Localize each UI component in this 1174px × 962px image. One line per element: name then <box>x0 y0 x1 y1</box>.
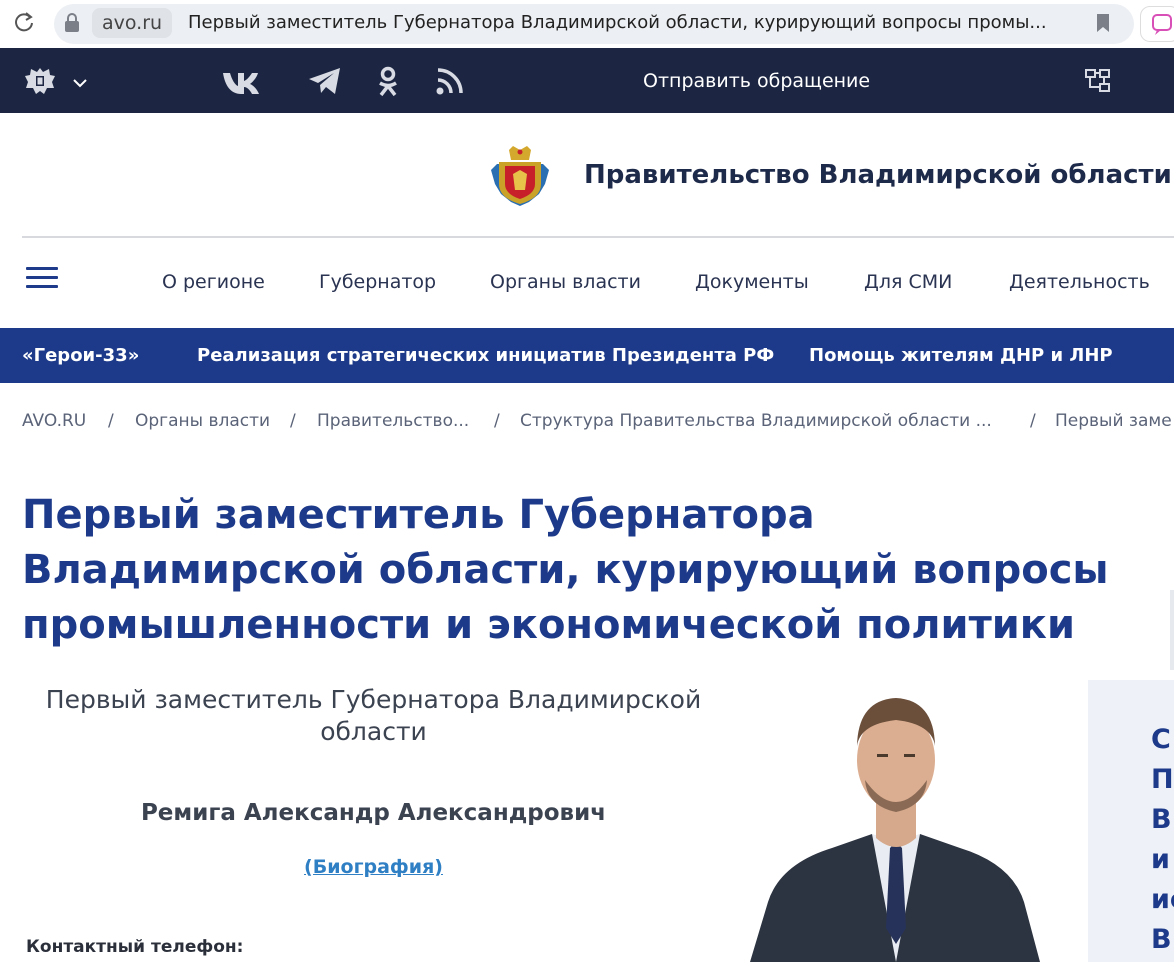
send-appeal-link[interactable]: Отправить обращение <box>643 70 870 92</box>
chevron-down-icon[interactable] <box>72 74 88 88</box>
vladimir-coat-of-arms-logo[interactable] <box>487 144 553 210</box>
vk-icon[interactable] <box>222 66 270 96</box>
side-panel-line: ис <box>1151 884 1174 915</box>
sitemap-icon[interactable] <box>1084 68 1112 94</box>
russia-emblem-icon[interactable] <box>22 64 58 98</box>
top-bar: Отправить обращение <box>0 48 1174 113</box>
side-panel-line: П <box>1151 764 1174 795</box>
lock-icon[interactable] <box>62 12 82 34</box>
biography-link[interactable]: (Биография) <box>22 856 725 878</box>
bookmark-icon[interactable] <box>1096 13 1110 33</box>
official-portrait-photo <box>750 688 1040 962</box>
page-heading-line: промышленности и экономической политики <box>22 602 1075 648</box>
telegram-icon[interactable] <box>308 66 342 96</box>
hamburger-menu-icon[interactable] <box>26 267 58 289</box>
odnoklassniki-icon[interactable] <box>376 66 400 97</box>
contact-phone-label: Контактный телефон: <box>26 937 244 957</box>
breadcrumb-government[interactable]: Правительство... <box>317 411 469 431</box>
right-edge-widget <box>1170 590 1174 670</box>
official-position-line: Первый заместитель Губернатора Владимирс… <box>45 685 702 714</box>
extension-icon[interactable] <box>1140 6 1174 42</box>
page-heading-line: Первый заместитель Губернатора <box>22 492 815 538</box>
side-panel-line: С <box>1151 724 1171 755</box>
nav-item-authorities[interactable]: Органы власти <box>490 271 641 293</box>
breadcrumb-current: Первый заме <box>1055 411 1172 431</box>
official-position: Первый заместитель Губернатора Владимирс… <box>22 684 725 748</box>
nav-item-activity[interactable]: Деятельность <box>1009 271 1150 293</box>
ribbon-item-dnr-lnr-help[interactable]: Помощь жителям ДНР и ЛНР <box>809 345 1113 366</box>
official-position-line: области <box>320 717 427 746</box>
browser-bar: avo.ru Первый заместитель Губернатора Вл… <box>0 0 1174 48</box>
breadcrumb-separator: / <box>290 411 296 431</box>
breadcrumb-authorities[interactable]: Органы власти <box>135 411 270 431</box>
breadcrumb-separator: / <box>1030 411 1036 431</box>
nav-item-documents[interactable]: Документы <box>695 271 809 293</box>
rss-icon[interactable] <box>436 66 464 96</box>
ribbon-item-heroes[interactable]: «Герои-33» <box>22 345 139 366</box>
browser-page-title: Первый заместитель Губернатора Владимирс… <box>188 12 1047 33</box>
nav-item-governor[interactable]: Губернатор <box>319 271 436 293</box>
side-panel-line: и <box>1151 844 1170 875</box>
page-heading-line: Владимирской области, курирующий вопросы <box>22 547 1109 593</box>
side-panel-line: В <box>1151 804 1172 835</box>
side-panel-line: В <box>1151 924 1172 955</box>
highlights-ribbon: «Герои-33» Реализация стратегических ини… <box>0 328 1174 383</box>
reload-icon[interactable] <box>12 11 36 35</box>
nav-item-media[interactable]: Для СМИ <box>864 271 952 293</box>
breadcrumb-separator: / <box>494 411 500 431</box>
breadcrumb-separator: / <box>108 411 114 431</box>
side-info-panel: С П В и ис В <box>1088 680 1174 962</box>
header-divider <box>22 236 1174 238</box>
ribbon-item-strategic-initiatives[interactable]: Реализация стратегических инициатив През… <box>197 345 774 366</box>
government-title[interactable]: Правительство Владимирской области <box>584 160 1172 190</box>
page-heading: Первый заместитель Губернатора Владимирс… <box>22 488 1122 653</box>
official-name: Ремига Александр Александрович <box>140 800 607 826</box>
domain-pill[interactable]: avo.ru <box>92 8 173 38</box>
breadcrumb-home[interactable]: AVO.RU <box>22 411 86 431</box>
breadcrumb-structure[interactable]: Структура Правительства Владимирской обл… <box>520 411 992 431</box>
nav-item-region[interactable]: О регионе <box>162 271 265 293</box>
